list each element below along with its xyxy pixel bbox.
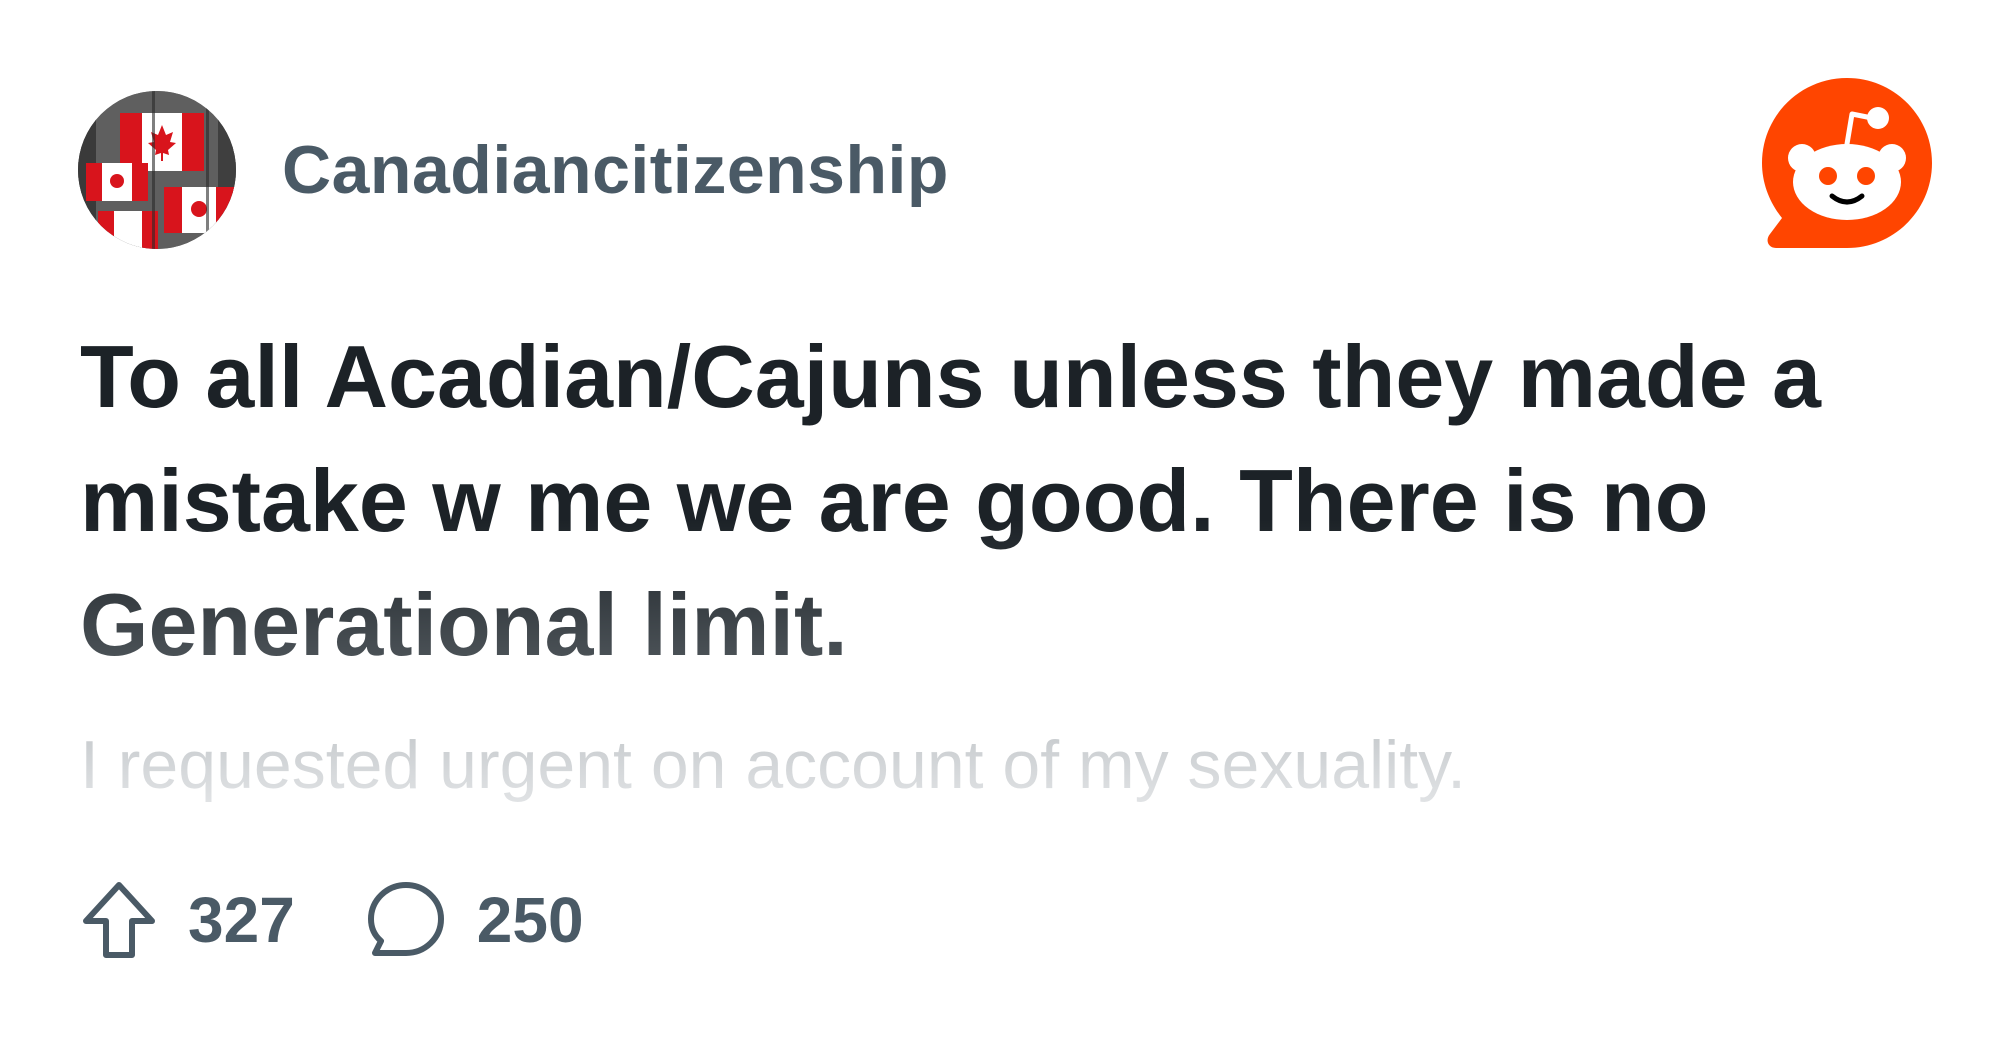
post-actions: 327 250: [80, 870, 584, 970]
post-header: Canadiancitizenship: [78, 90, 949, 250]
post-body-preview: I requested urgent on account of my sexu…: [80, 720, 1860, 810]
canada-flag-icon: [78, 91, 236, 249]
post-title[interactable]: To all Acadian/Cajuns unless they made a…: [80, 315, 1860, 687]
upvote-count: 327: [188, 884, 295, 956]
community-name[interactable]: Canadiancitizenship: [282, 131, 949, 209]
upvote-arrow-icon: [80, 879, 158, 961]
comment-count: 250: [476, 884, 584, 956]
speech-bubble-icon: [365, 879, 447, 961]
comments-button[interactable]: 250: [365, 879, 584, 961]
upvote-button[interactable]: 327: [80, 879, 295, 961]
reddit-logo-icon: [1758, 74, 1936, 252]
post-card[interactable]: Canadiancitizenship To all Acadian/Cajun…: [0, 0, 2000, 1042]
community-avatar[interactable]: [78, 91, 236, 249]
